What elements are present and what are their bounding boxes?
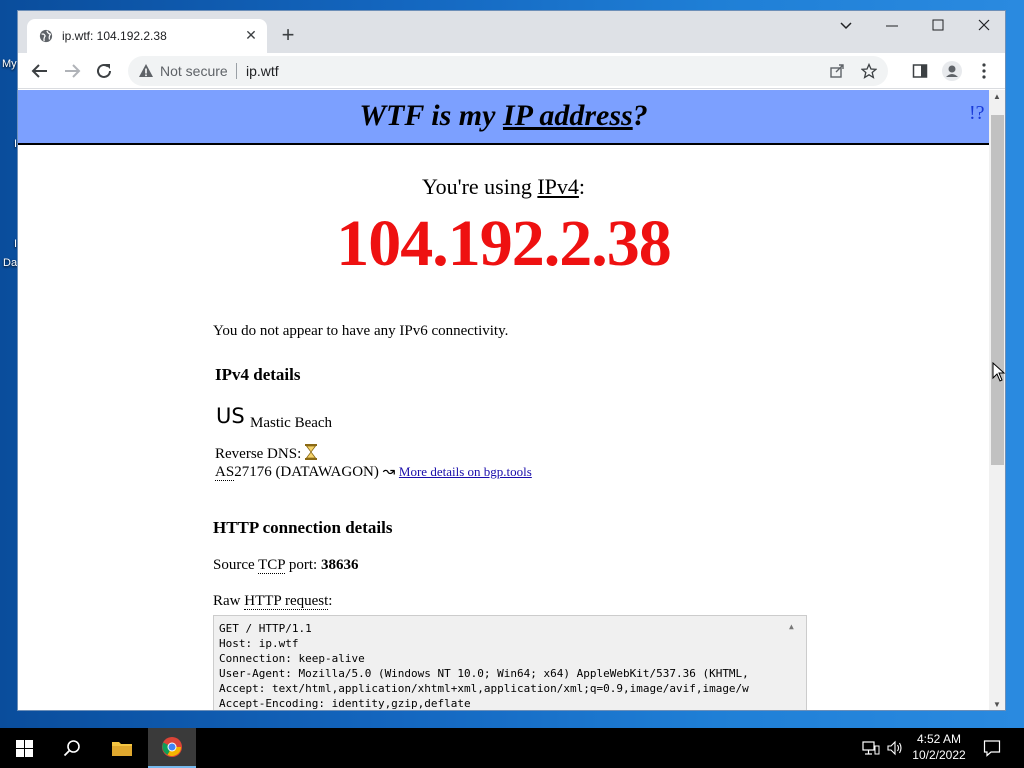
clock[interactable]: 4:52 AM 10/2/2022 <box>907 731 971 763</box>
page-banner: WTF is my IP address? !? <box>18 90 989 145</box>
globe-icon <box>39 29 53 43</box>
reverse-dns-row: Reverse DNS: <box>215 444 317 463</box>
bgp-tools-link[interactable]: More details on bgp.tools <box>399 464 532 479</box>
arrow-left-icon <box>31 64 47 78</box>
desktop-icon-label-4[interactable]: Da <box>3 257 17 269</box>
search-button[interactable] <box>48 728 96 768</box>
clock-time: 4:52 AM <box>916 732 962 746</box>
ip-address-display: 104.192.2.38 <box>336 207 672 280</box>
windows-logo-icon <box>15 739 33 757</box>
share-button[interactable] <box>825 59 849 83</box>
profile-button[interactable] <box>940 59 964 83</box>
speaker-icon <box>887 740 902 756</box>
tab-close-icon[interactable]: ✕ <box>243 27 259 43</box>
minimize-icon <box>886 25 898 27</box>
raw-request-box[interactable]: GET / HTTP/1.1 Host: ip.wtf Connection: … <box>213 615 807 710</box>
maximize-icon <box>932 19 944 31</box>
tab-active[interactable]: ip.wtf: 104.192.2.38 ✕ <box>27 19 267 53</box>
as-abbr: AS <box>215 464 235 481</box>
scroll-up-icon[interactable]: ▲ <box>993 92 1001 101</box>
raw-request-text: GET / HTTP/1.1 Host: ip.wtf Connection: … <box>219 622 749 710</box>
network-icon <box>862 741 880 755</box>
source-port-row: Source TCP port: 38636 <box>213 557 358 574</box>
raw-request-label: Raw HTTP request: <box>213 593 332 610</box>
search-icon <box>63 740 80 757</box>
source-mid: port: <box>285 557 321 573</box>
as-detail: 27176 (DATAWAGON) ↝ <box>234 464 399 480</box>
page-content: WTF is my IP address? !? You're using IP… <box>18 90 989 710</box>
warning-icon[interactable] <box>138 63 154 79</box>
volume-tray-button[interactable] <box>884 728 906 768</box>
forward-button[interactable] <box>60 59 84 83</box>
ip-address-link[interactable]: IP address <box>503 99 633 132</box>
box-scroll-up-icon[interactable]: ▲ <box>789 619 794 634</box>
mouse-cursor-icon <box>992 362 1006 382</box>
title-suffix: ? <box>632 99 648 132</box>
country-flag: US <box>216 404 245 428</box>
scroll-thumb[interactable] <box>991 115 1004 465</box>
arrow-right-icon <box>65 64 81 78</box>
protocol-link[interactable]: IPv4 <box>537 174 579 199</box>
source-prefix: Source <box>213 557 259 573</box>
close-window-button[interactable] <box>961 11 1005 41</box>
address-bar[interactable]: Not secure ip.wtf <box>128 56 888 86</box>
browser-toolbar: Not secure ip.wtf <box>18 53 1005 89</box>
chrome-icon <box>162 737 182 757</box>
http-details-heading: HTTP connection details <box>213 518 393 537</box>
tcp-abbr: TCP <box>258 557 286 574</box>
tab-strip: ip.wtf: 104.192.2.38 ✕ + <box>18 11 1005 53</box>
close-icon <box>978 19 990 31</box>
ipv4-details-heading: IPv4 details <box>215 365 301 384</box>
chrome-taskbar-button[interactable] <box>148 728 196 768</box>
desktop-icon-label-1[interactable]: My <box>2 58 17 70</box>
omnibox-divider <box>236 63 237 79</box>
raw-prefix: Raw <box>213 593 245 609</box>
share-icon <box>830 64 844 78</box>
help-link[interactable]: !? <box>969 102 985 125</box>
file-explorer-button[interactable] <box>98 728 146 768</box>
network-tray-button[interactable] <box>860 728 882 768</box>
url-text[interactable]: ip.wtf <box>246 63 279 79</box>
protocol-prefix: You're using <box>421 174 538 199</box>
side-panel-button[interactable] <box>908 59 932 83</box>
clock-date: 10/2/2022 <box>912 748 966 762</box>
maximize-button[interactable] <box>915 11 961 41</box>
as-row: AS27176 (DATAWAGON) ↝ More details on bg… <box>215 462 532 481</box>
city-name: Mastic Beach <box>250 415 333 431</box>
chevron-down-icon <box>840 22 852 30</box>
protocol-line: You're using IPv4: <box>18 174 989 200</box>
taskbar: 4:52 AM 10/2/2022 <box>0 728 1024 768</box>
notifications-button[interactable] <box>976 728 1008 768</box>
security-label[interactable]: Not secure <box>160 63 228 79</box>
tab-title: ip.wtf: 104.192.2.38 <box>62 29 167 43</box>
ipv6-note: You do not appear to have any IPv6 conne… <box>213 323 509 339</box>
http-request-abbr: HTTP request <box>244 593 329 610</box>
browser-window: ip.wtf: 104.192.2.38 ✕ + Not secure ip.w… <box>17 10 1006 711</box>
folder-icon <box>112 742 132 756</box>
hourglass-icon <box>305 444 317 460</box>
source-port-value: 38636 <box>320 557 359 573</box>
page-title: WTF is my IP address? <box>18 99 989 133</box>
scroll-down-icon[interactable]: ▼ <box>993 700 1001 709</box>
tab-search-button[interactable] <box>823 11 869 41</box>
bookmark-button[interactable] <box>857 59 881 83</box>
reverse-dns-label: Reverse DNS: <box>215 446 302 462</box>
raw-suffix: : <box>328 593 333 609</box>
menu-button[interactable] <box>972 59 996 83</box>
page-scrollbar[interactable]: ▲ ▼ <box>989 90 1005 710</box>
protocol-suffix: : <box>578 174 586 199</box>
new-tab-button[interactable]: + <box>277 24 299 47</box>
back-button[interactable] <box>28 59 52 83</box>
avatar-icon <box>942 61 962 81</box>
kebab-menu-icon <box>982 63 986 79</box>
reload-icon <box>97 63 111 78</box>
reload-button[interactable] <box>92 59 116 83</box>
title-prefix: WTF is my <box>359 99 503 132</box>
side-panel-icon <box>912 64 928 78</box>
start-button[interactable] <box>0 728 48 768</box>
minimize-button[interactable] <box>869 11 915 41</box>
notification-icon <box>983 740 1001 757</box>
star-icon <box>861 63 877 79</box>
